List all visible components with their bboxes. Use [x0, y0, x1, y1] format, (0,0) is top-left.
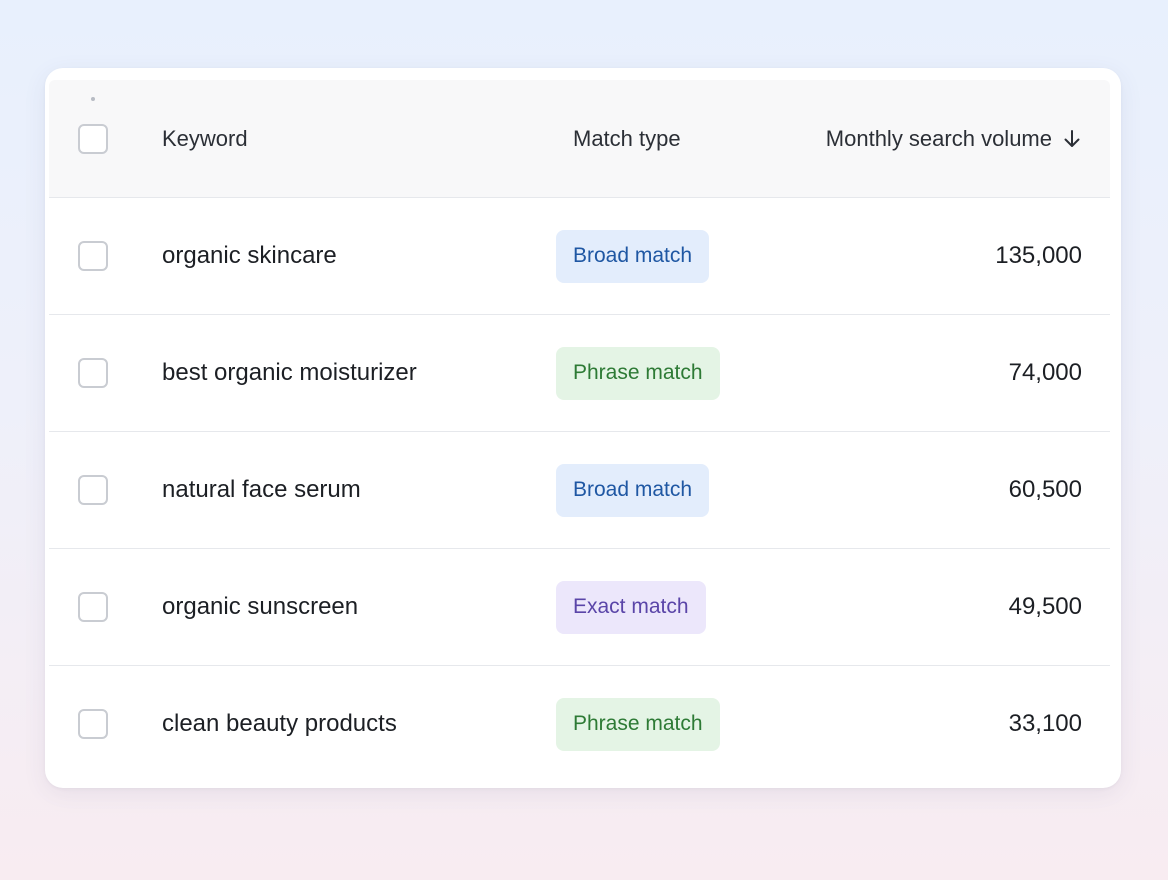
select-all-checkbox[interactable]: [78, 123, 108, 154]
match-type-badge: Broad match: [556, 463, 710, 517]
column-header-volume-label: Monthly search volume: [825, 125, 1052, 151]
volume-cell: 33,100: [1008, 710, 1082, 737]
keyword-table: Keyword Match type Monthly search volume…: [49, 80, 1110, 782]
keyword-cell: organic sunscreen: [162, 593, 359, 620]
keyword-cell: natural face serum: [162, 476, 361, 503]
match-type-badge: Broad match: [556, 229, 710, 283]
table-row[interactable]: organic skincare Broad match 135,000: [49, 198, 1110, 315]
keyword-cell: clean beauty products: [162, 710, 397, 737]
row-checkbox[interactable]: [78, 592, 108, 622]
header-indicator-dot: [91, 97, 95, 101]
match-type-badge: Phrase match: [556, 697, 720, 751]
row-checkbox[interactable]: [78, 358, 108, 388]
table-header-row: Keyword Match type Monthly search volume: [49, 80, 1110, 198]
volume-cell: 49,500: [1008, 593, 1082, 620]
table-row[interactable]: organic sunscreen Exact match 49,500: [49, 549, 1110, 666]
volume-cell: 60,500: [1008, 476, 1082, 503]
table-row[interactable]: clean beauty products Phrase match 33,10…: [49, 666, 1110, 782]
keyword-cell: organic skincare: [162, 242, 337, 269]
arrow-down-icon: [1064, 129, 1080, 147]
match-type-badge: Phrase match: [556, 346, 720, 400]
table-row[interactable]: natural face serum Broad match 60,500: [49, 432, 1110, 549]
match-type-badge: Exact match: [556, 580, 706, 634]
row-checkbox[interactable]: [78, 475, 108, 505]
column-header-volume[interactable]: Monthly search volume: [826, 126, 1082, 152]
column-header-keyword[interactable]: Keyword: [162, 126, 248, 152]
row-checkbox[interactable]: [78, 709, 108, 739]
volume-cell: 135,000: [995, 242, 1082, 269]
volume-cell: 74,000: [1008, 359, 1082, 386]
column-header-match-type[interactable]: Match type: [573, 126, 681, 152]
keyword-cell: best organic moisturizer: [162, 359, 417, 386]
table-row[interactable]: best organic moisturizer Phrase match 74…: [49, 315, 1110, 432]
keyword-table-card: Keyword Match type Monthly search volume…: [45, 68, 1121, 788]
row-checkbox[interactable]: [78, 241, 108, 271]
